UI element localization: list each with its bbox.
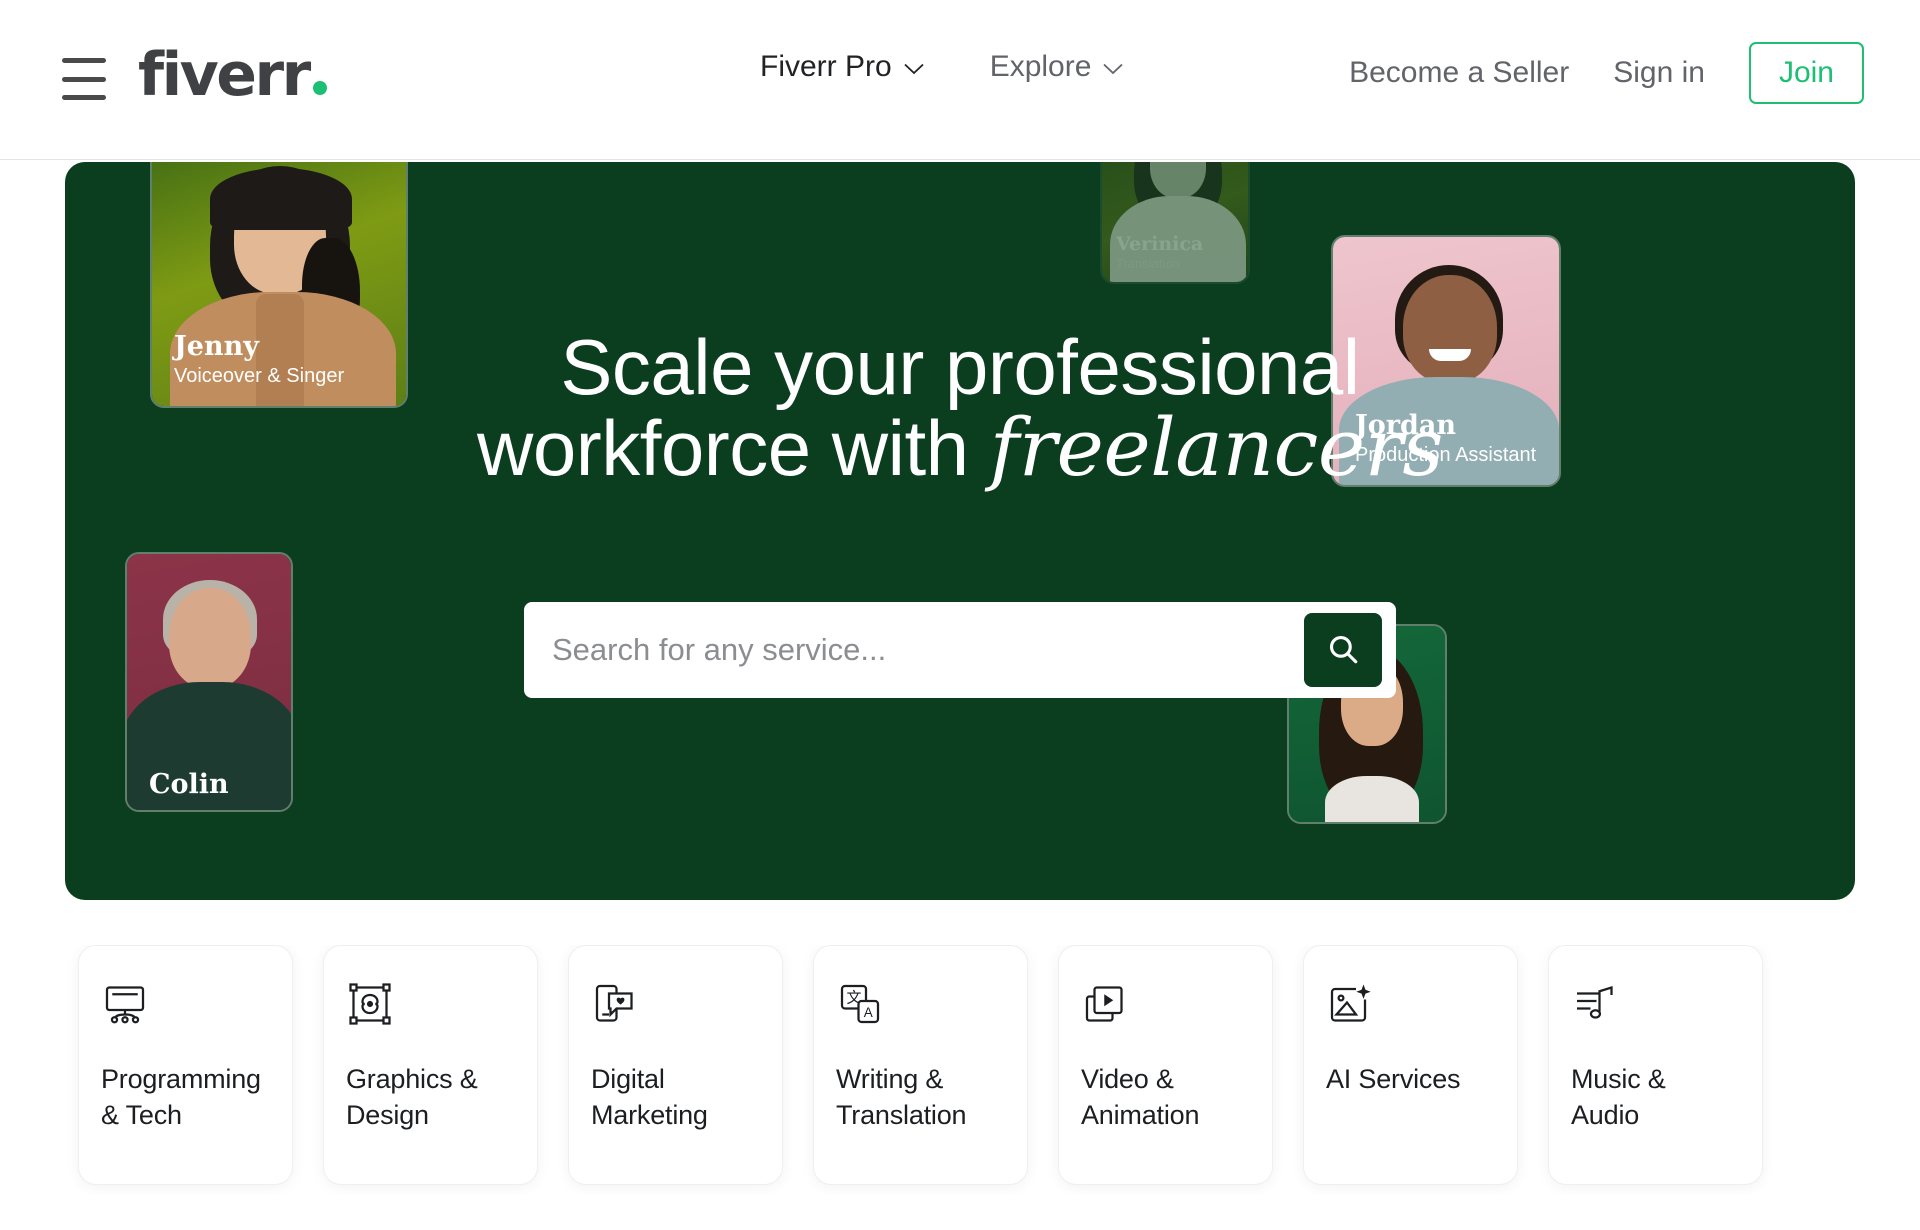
category-label: Music & Audio (1571, 1062, 1740, 1133)
category-label: Video & Animation (1081, 1062, 1250, 1133)
category-label: AI Services (1326, 1062, 1495, 1098)
hero-banner: Jenny Voiceover & Singer Verinica Transl… (65, 162, 1855, 900)
freelancer-name: Jordan (1355, 410, 1457, 442)
category-label-line1: AI Services (1326, 1064, 1461, 1094)
freelancer-role: Production Assistant (1355, 444, 1537, 466)
category-label: Writing & Translation (836, 1062, 1005, 1133)
category-card-digital-marketing[interactable]: Digital Marketing (568, 945, 783, 1185)
freelancer-role: Translation (1116, 256, 1180, 272)
primary-nav: Fiverr Pro Explore (760, 50, 1124, 84)
freelancer-name: Verinica (1116, 232, 1204, 255)
freelancer-name: Jenny (174, 331, 259, 363)
category-label-line1: Writing & (836, 1064, 944, 1094)
freelancer-label: Colin (149, 770, 229, 802)
category-label: Programming & Tech (101, 1062, 270, 1133)
logo-dot-icon (312, 81, 327, 95)
search-input[interactable] (524, 602, 1304, 698)
freelancer-label: Jordan Production Assistant (1355, 411, 1536, 467)
category-card-ai-services[interactable]: AI Services (1303, 945, 1518, 1185)
ai-image-sparkle-icon (1326, 980, 1374, 1028)
nav-item-explore[interactable]: Explore (990, 50, 1124, 84)
video-play-icon (1081, 980, 1129, 1028)
category-card-video-animation[interactable]: Video & Animation (1058, 945, 1273, 1185)
music-note-icon (1571, 980, 1619, 1028)
fiverr-logo[interactable]: fiverr (138, 45, 327, 105)
freelancer-name: Colin (149, 769, 229, 801)
nav-item-label: Fiverr Pro (760, 50, 892, 83)
svg-text:A: A (864, 1005, 873, 1020)
vector-node-icon (346, 980, 394, 1028)
category-label: Graphics & Design (346, 1062, 515, 1133)
site-header: fiverr Fiverr Pro Explore Become a Selle… (0, 0, 1920, 160)
category-label-line1: Programming (101, 1064, 261, 1094)
nav-item-fiverr-pro[interactable]: Fiverr Pro (760, 50, 924, 84)
hero-headline-line2-prefix: workforce with (477, 404, 990, 493)
category-label: Digital Marketing (591, 1062, 760, 1133)
category-card-programming-tech[interactable]: Programming & Tech (78, 945, 293, 1185)
nav-item-label: Explore (989, 50, 1092, 83)
hamburger-bar (62, 58, 106, 63)
become-a-seller-link[interactable]: Become a Seller (1349, 56, 1569, 90)
phone-heart-icon (591, 980, 639, 1028)
search-icon (1326, 632, 1360, 669)
join-button[interactable]: Join (1748, 42, 1864, 104)
category-label-line2: Marketing (591, 1099, 708, 1130)
category-card-music-audio[interactable]: Music & Audio (1548, 945, 1763, 1185)
sign-in-link[interactable]: Sign in (1613, 56, 1705, 90)
category-label-line2: Audio (1571, 1099, 1640, 1130)
hero-search-bar (524, 602, 1396, 698)
translate-icon: 文 A (836, 980, 884, 1028)
hamburger-menu-icon[interactable] (62, 58, 106, 100)
category-card-row: Programming & Tech Graphics & Design Dig… (0, 945, 1920, 1195)
category-label-line1: Digital (591, 1064, 665, 1094)
secondary-nav: Become a Seller Sign in Join (1349, 42, 1864, 104)
category-card-graphics-design[interactable]: Graphics & Design (323, 945, 538, 1185)
category-label-line1: Video & (1081, 1064, 1174, 1094)
category-label-line2: & Tech (101, 1099, 182, 1130)
freelancer-card-colin[interactable]: Colin (125, 552, 293, 812)
freelancer-role: Voiceover & Singer (174, 365, 345, 387)
hamburger-bar (62, 76, 106, 82)
chevron-down-icon (1103, 63, 1124, 75)
freelancer-label: Verinica Translation (1116, 232, 1204, 272)
hero-headline-line1: Scale your professional (560, 323, 1360, 411)
category-label-line2: Translation (836, 1099, 967, 1130)
logo-wordmark: fiverr (138, 40, 311, 110)
monitor-board-icon (101, 980, 149, 1028)
category-label-line2: Design (346, 1099, 429, 1130)
search-button[interactable] (1304, 613, 1382, 687)
hamburger-bar (62, 95, 106, 100)
category-label-line1: Graphics & (346, 1064, 478, 1094)
category-label-line2: Animation (1081, 1099, 1200, 1130)
freelancer-label: Jenny Voiceover & Singer (174, 332, 344, 388)
chevron-down-icon (904, 63, 924, 75)
freelancer-card-verinica[interactable]: Verinica Translation (1100, 162, 1250, 284)
category-label-line1: Music & (1571, 1064, 1666, 1094)
category-card-writing-translation[interactable]: 文 A Writing & Translation (813, 945, 1028, 1185)
